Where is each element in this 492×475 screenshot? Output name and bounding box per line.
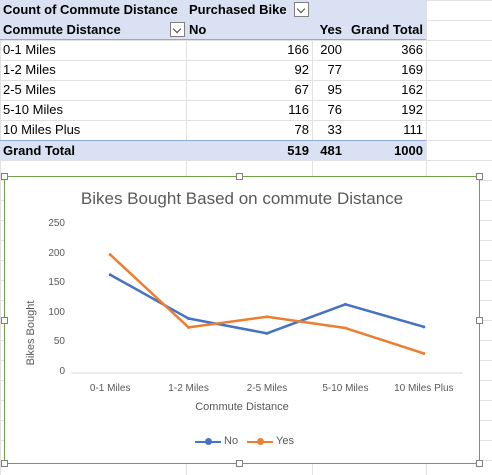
data-point-no[interactable]	[422, 325, 426, 329]
table-row: 2-5 Miles 67 95 162	[0, 80, 426, 100]
data-point-no[interactable]	[343, 302, 347, 306]
plot-area	[71, 253, 463, 374]
table-row: 5-10 Miles 116 76 192	[0, 100, 426, 120]
table-row: 1-2 Miles 92 77 169	[0, 60, 426, 80]
legend-item-no[interactable]: No	[195, 434, 253, 448]
column-filter-dropdown-icon[interactable]	[294, 2, 309, 17]
cell-total[interactable]: 192	[345, 100, 426, 120]
cell-yes[interactable]: 200	[312, 40, 345, 60]
series-line-no[interactable]	[109, 273, 425, 335]
legend-dot-marker	[257, 438, 264, 445]
cell-no[interactable]: 166	[186, 40, 312, 60]
table-row: 0-1 Miles 166 200 366	[0, 40, 426, 60]
pivot-value-label[interactable]: Count of Commute Distance	[0, 0, 186, 20]
data-point-no[interactable]	[187, 317, 191, 321]
column-header-no[interactable]: No	[186, 20, 312, 40]
cell-total[interactable]: 169	[345, 60, 426, 80]
legend-label: Yes	[276, 435, 294, 447]
resize-handle-bottom-left[interactable]	[1, 460, 8, 467]
data-point-no[interactable]	[108, 273, 112, 277]
cell-no[interactable]: 92	[186, 60, 312, 80]
column-header-grand-total[interactable]: Grand Total	[345, 20, 426, 40]
data-point-no[interactable]	[265, 331, 269, 335]
row-label[interactable]: 2-5 Miles	[0, 80, 186, 100]
cell-total[interactable]: 366	[345, 40, 426, 60]
cell-yes[interactable]: 77	[312, 60, 345, 80]
column-header-yes[interactable]: Yes	[312, 20, 345, 40]
row-label[interactable]: 5-10 Miles	[0, 100, 186, 120]
grand-total-row: Grand Total 519 481 1000	[0, 140, 426, 160]
data-point-yes[interactable]	[265, 315, 269, 319]
resize-handle-top-left[interactable]	[1, 173, 8, 180]
row-label[interactable]: 1-2 Miles	[0, 60, 186, 80]
cell-yes[interactable]: 33	[312, 120, 345, 140]
row-field-label[interactable]: Commute Distance	[0, 20, 186, 40]
resize-handle-right[interactable]	[476, 317, 483, 324]
cell-total[interactable]: 111	[345, 120, 426, 140]
row-filter-dropdown-icon[interactable]	[170, 22, 185, 37]
data-point-yes[interactable]	[108, 253, 112, 257]
grand-total-yes[interactable]: 481	[312, 141, 345, 161]
data-point-yes[interactable]	[187, 325, 191, 329]
cell-no[interactable]: 116	[186, 100, 312, 120]
data-point-yes[interactable]	[422, 351, 426, 355]
resize-handle-bottom-right[interactable]	[476, 460, 483, 467]
pivot-header-row: Count of Commute Distance Purchased Bike	[0, 0, 426, 20]
cell-no[interactable]: 78	[186, 120, 312, 140]
column-field-label[interactable]: Purchased Bike	[186, 0, 306, 20]
row-label[interactable]: 0-1 Miles	[0, 40, 186, 60]
resize-handle-bottom[interactable]	[236, 460, 243, 467]
legend-dot-marker	[205, 438, 212, 445]
legend-item-yes[interactable]: Yes	[247, 434, 305, 448]
cell-yes[interactable]: 76	[312, 100, 345, 120]
legend-label: No	[224, 435, 239, 447]
grand-total-total[interactable]: 1000	[345, 141, 426, 161]
cell-yes[interactable]: 95	[312, 80, 345, 100]
table-row: 10 Miles Plus 78 33 111	[0, 120, 426, 140]
line-chart[interactable]: Bikes Bought Based on commute Distance B…	[1, 173, 483, 467]
header-blank-cell[interactable]	[345, 0, 426, 20]
pivot-column-header-row: Commute Distance No Yes Grand Total	[0, 20, 426, 40]
cell-total[interactable]: 162	[345, 80, 426, 100]
row-label[interactable]: 10 Miles Plus	[0, 120, 186, 140]
resize-handle-top-right[interactable]	[476, 173, 483, 180]
cell-no[interactable]: 67	[186, 80, 312, 100]
grand-total-label[interactable]: Grand Total	[0, 141, 186, 161]
series-line-yes[interactable]	[109, 253, 425, 355]
grand-total-no[interactable]: 519	[186, 141, 312, 161]
resize-handle-left[interactable]	[1, 317, 8, 324]
data-point-yes[interactable]	[343, 326, 347, 330]
resize-handle-top[interactable]	[236, 173, 243, 180]
